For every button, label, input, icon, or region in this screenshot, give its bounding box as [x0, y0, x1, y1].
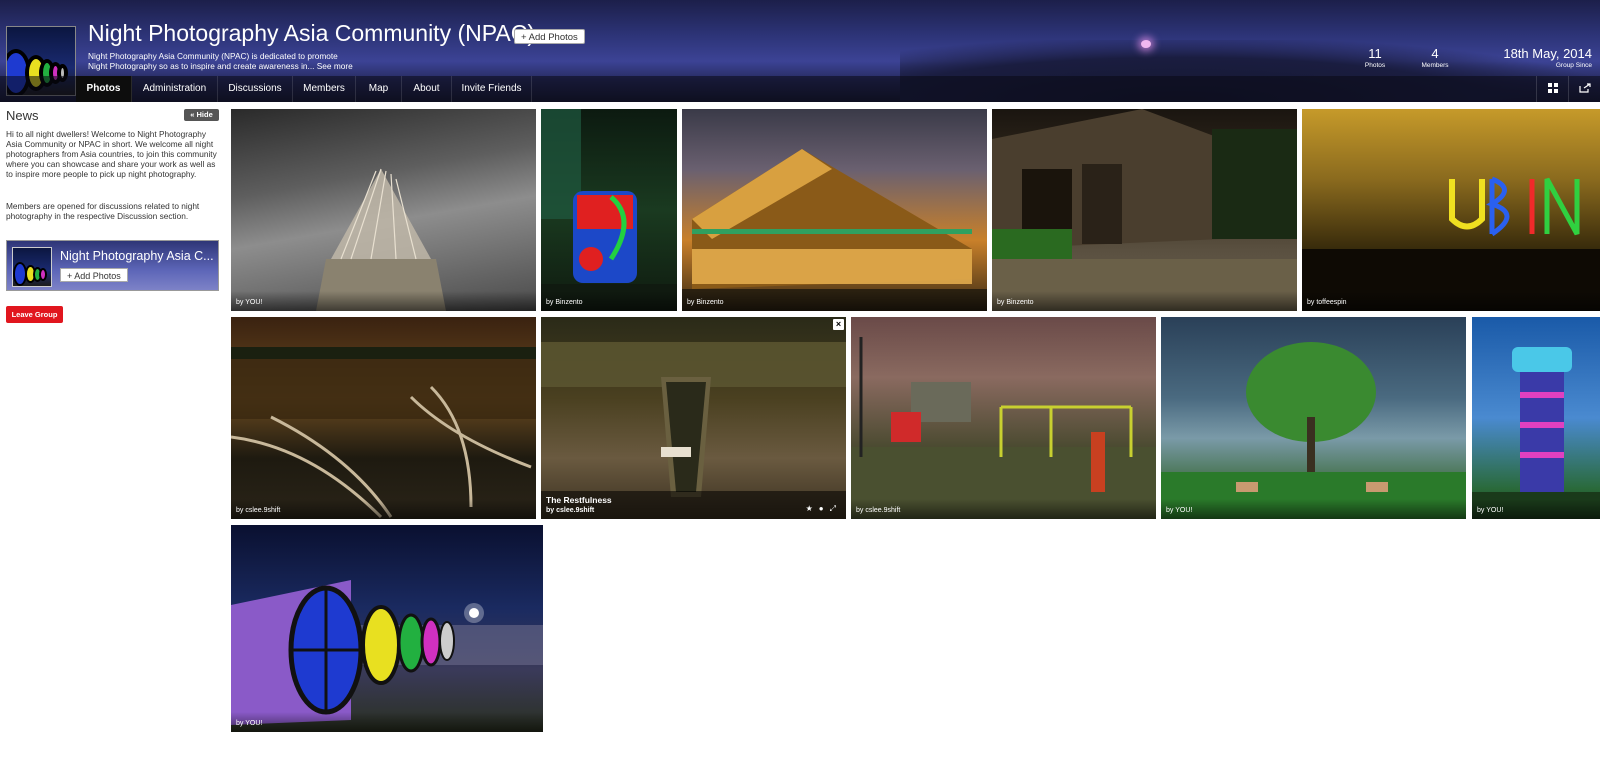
- tab-invite-friends[interactable]: Invite Friends: [452, 76, 532, 102]
- news-paragraph-1: Hi to all night dwellers! Welcome to Nig…: [6, 129, 217, 179]
- add-photos-button[interactable]: + Add Photos: [514, 29, 585, 44]
- tab-photos[interactable]: Photos: [76, 76, 132, 102]
- photo-caption: [1161, 499, 1466, 519]
- photo-art: [541, 109, 677, 311]
- group-card[interactable]: Night Photography Asia C... + Add Photos: [6, 240, 219, 291]
- photo-art: [231, 580, 543, 725]
- photo-caption: [231, 712, 543, 732]
- remove-photo-icon[interactable]: ×: [833, 319, 844, 330]
- photo-caption: [992, 291, 1297, 311]
- photo-title[interactable]: The Restfulness: [546, 495, 612, 505]
- stat-photos-count: 11: [1368, 46, 1382, 61]
- photo-tile[interactable]: by YOU!: [231, 109, 536, 311]
- photo-art: [851, 337, 1156, 519]
- photo-tile[interactable]: by YOU!: [1472, 317, 1600, 519]
- stat-members[interactable]: 4 Members: [1417, 46, 1453, 69]
- stat-members-label: Members: [1421, 62, 1449, 69]
- stat-group-since-date: 18th May, 2014: [1503, 46, 1592, 61]
- expand-icon[interactable]: ⤢: [830, 504, 842, 513]
- tab-map[interactable]: Map: [356, 76, 402, 102]
- group-header: Night Photography Asia Community (NPAC) …: [0, 0, 1600, 102]
- share-icon[interactable]: [1568, 76, 1600, 102]
- see-more-link[interactable]: See more: [317, 61, 353, 71]
- grid-view-icon[interactable]: [1536, 76, 1568, 102]
- photo-art: [541, 342, 846, 497]
- photo-tile[interactable]: by YOU!: [1161, 317, 1466, 519]
- photo-tile[interactable]: by Binzento: [682, 109, 987, 311]
- photo-author[interactable]: by YOU!: [1166, 507, 1192, 514]
- news-heading: News: [6, 108, 39, 123]
- tab-about[interactable]: About: [402, 76, 452, 102]
- photo-art: [316, 168, 446, 311]
- photo-tile[interactable]: by Binzento: [992, 109, 1297, 311]
- group-title: Night Photography Asia Community (NPAC): [88, 20, 535, 46]
- tab-discussions[interactable]: Discussions: [218, 76, 293, 102]
- photo-author[interactable]: by YOU!: [236, 720, 262, 727]
- group-description: Night Photography Asia Community (NPAC) …: [88, 51, 358, 71]
- photo-caption: [682, 291, 987, 311]
- group-description-text: Night Photography Asia Community (NPAC) …: [88, 51, 338, 71]
- photo-author[interactable]: by cslee.9shift: [236, 507, 280, 514]
- hide-news-button[interactable]: « Hide: [184, 109, 219, 121]
- photo-author[interactable]: by toffeespin: [1307, 299, 1347, 306]
- header-light: [1141, 40, 1151, 48]
- photo-art: [682, 149, 987, 311]
- photo-tile[interactable]: by cslee.9shift: [231, 317, 536, 519]
- photo-author[interactable]: by cslee.9shift: [856, 507, 900, 514]
- photo-tile-hovered[interactable]: × The Restfulness by cslee.9shift ★●⤢: [541, 317, 846, 519]
- photo-tile[interactable]: by Binzento: [541, 109, 677, 311]
- photo-actions: ★●⤢: [806, 504, 842, 514]
- group-card-title[interactable]: Night Photography Asia C...: [60, 249, 214, 263]
- photo-author[interactable]: by YOU!: [236, 299, 262, 306]
- stat-photos-label: Photos: [1364, 62, 1386, 69]
- photo-art: [1161, 342, 1466, 519]
- photo-art: [1472, 347, 1600, 519]
- photo-tile[interactable]: by cslee.9shift: [851, 317, 1156, 519]
- stat-group-since: 18th May, 2014 Group Since: [1486, 46, 1592, 69]
- group-nav: Photos Administration Discussions Member…: [0, 76, 1600, 102]
- comment-icon[interactable]: ●: [819, 504, 830, 513]
- group-card-add-photos-button[interactable]: + Add Photos: [60, 268, 128, 282]
- leave-group-button[interactable]: Leave Group: [6, 306, 63, 323]
- photo-tile[interactable]: by YOU!: [231, 525, 543, 732]
- photo-art: [231, 347, 536, 519]
- photo-tile[interactable]: by toffeespin: [1302, 109, 1600, 311]
- photo-author[interactable]: by Binzento: [997, 299, 1034, 306]
- news-paragraph-2: Members are opened for discussions relat…: [6, 201, 200, 221]
- stat-photos[interactable]: 11 Photos: [1361, 46, 1389, 69]
- tab-administration[interactable]: Administration: [132, 76, 218, 102]
- group-card-thumbnail: [12, 247, 52, 287]
- stat-group-since-label: Group Since: [1555, 62, 1592, 69]
- photo-art: [992, 109, 1297, 311]
- stat-members-count: 4: [1431, 46, 1439, 61]
- photo-author[interactable]: by Binzento: [687, 299, 724, 306]
- photo-author[interactable]: by Binzento: [546, 299, 583, 306]
- photo-art: [1302, 176, 1600, 311]
- tab-members[interactable]: Members: [293, 76, 356, 102]
- photo-author[interactable]: by cslee.9shift: [546, 507, 594, 514]
- photo-caption: [231, 291, 536, 311]
- photo-author[interactable]: by YOU!: [1477, 507, 1503, 514]
- favorite-icon[interactable]: ★: [806, 504, 819, 513]
